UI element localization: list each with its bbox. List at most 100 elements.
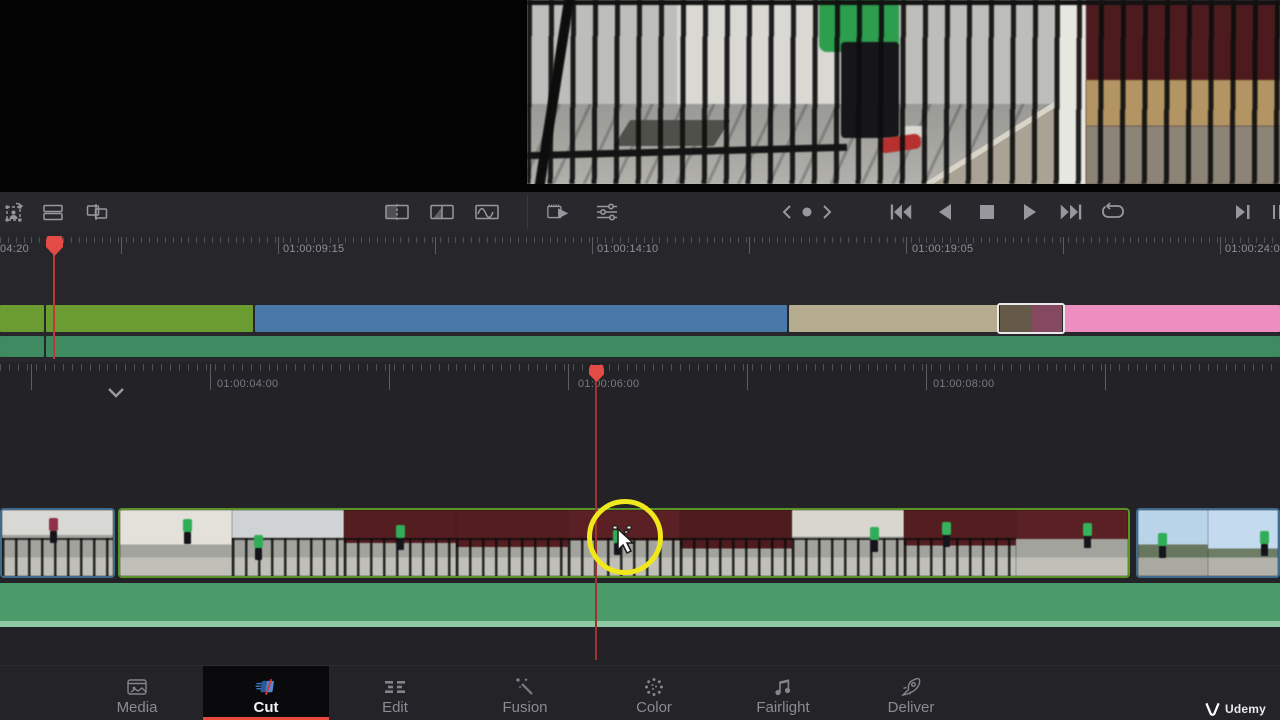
filmstrip-clip[interactable] (0, 508, 115, 578)
nav-tab-color[interactable]: Color (599, 666, 709, 720)
thumbnail-person (1158, 533, 1167, 546)
ruler-tick (1199, 364, 1200, 371)
ruler-tick (994, 364, 995, 371)
thumbnail-person-legs (1261, 544, 1268, 556)
ruler-tick (1146, 364, 1147, 371)
timecode-label: 01:00:08:00 (933, 378, 994, 390)
clipped-edge-icon[interactable] (1268, 199, 1280, 225)
ruler-tick (1002, 364, 1003, 371)
ruler-tick (940, 364, 941, 371)
ruler-tick (45, 364, 46, 371)
ruler-tick (895, 364, 896, 371)
overview-video-track[interactable] (0, 305, 1280, 332)
ruler-tick (985, 364, 986, 371)
timecode-label: 01:00:19:05 (912, 243, 973, 255)
overview-timeline[interactable]: 04:2001:00:09:1501:00:14:1001:00:19:0501… (0, 232, 1280, 362)
skip-end-icon[interactable] (1058, 199, 1084, 225)
ruler-tick (81, 364, 82, 371)
ruler-tick (1083, 364, 1084, 371)
dissolve-icon[interactable] (40, 199, 66, 225)
ruler-tick (1155, 364, 1156, 371)
skip-start-icon[interactable] (888, 199, 914, 225)
nav-tab-media[interactable]: Media (82, 666, 192, 720)
ruler-tick (1047, 364, 1048, 371)
toolbar-divider (527, 196, 528, 228)
nav-tab-cut[interactable]: Cut (203, 666, 329, 720)
ruler-tick (868, 364, 869, 371)
next-frame-icon[interactable] (814, 199, 840, 225)
thumbnail-person (183, 519, 192, 532)
transform-icon[interactable] (2, 199, 28, 225)
trim-icon[interactable] (384, 199, 410, 225)
nav-tab-fairlight[interactable]: Fairlight (728, 666, 838, 720)
timeline-clip[interactable] (255, 305, 787, 332)
ruler-tick (277, 364, 278, 371)
clip-thumbnail (2, 510, 113, 576)
chevron-down-icon[interactable] (103, 384, 129, 402)
timeline-clip[interactable] (0, 305, 44, 332)
filmstrip-clip[interactable] (1136, 508, 1280, 578)
detail-audio-track[interactable] (0, 583, 1280, 627)
play-reverse-icon[interactable] (932, 199, 958, 225)
detail-timeline[interactable]: 01:00:04:0001:00:06:0001:00:08:00 (0, 362, 1280, 665)
overview-audio-track[interactable] (0, 336, 1280, 357)
ruler-tick (367, 364, 368, 371)
viewer-video-frame[interactable] (527, 0, 1280, 184)
stop-icon[interactable] (974, 199, 1000, 225)
timeline-clip[interactable] (789, 305, 998, 332)
ruler-tick (707, 364, 708, 371)
play-icon[interactable] (1017, 199, 1043, 225)
viewer-area (0, 0, 1280, 192)
ruler-tick (492, 364, 493, 371)
timeline-clip[interactable] (1064, 305, 1280, 332)
ruler-tick (931, 364, 932, 371)
ruler-tick (519, 364, 520, 371)
toolbar (0, 192, 1280, 232)
nav-label: Fairlight (728, 699, 838, 716)
transition-icon[interactable] (429, 199, 455, 225)
tools-icon[interactable] (594, 199, 620, 225)
ruler-tick (152, 364, 153, 371)
smooth-cut-icon[interactable] (474, 199, 500, 225)
ruler-tick (636, 364, 637, 371)
ruler-tick (72, 364, 73, 371)
fusion-icon (512, 675, 538, 699)
ruler-tick (54, 364, 55, 371)
ruler-tick (644, 364, 645, 371)
ruler-tick (1164, 364, 1165, 371)
ruler-tick (1056, 364, 1057, 371)
ruler-tick (161, 364, 162, 371)
ruler-tick (752, 364, 753, 371)
video-scene-fence-bars (527, 0, 1280, 184)
timeline-clip[interactable] (0, 336, 44, 357)
timeline-clip[interactable] (46, 336, 1280, 357)
timeline-clip[interactable] (46, 305, 253, 332)
ruler-tick (215, 364, 216, 371)
edit-icon (382, 675, 408, 699)
video-scene-fence-rail (527, 0, 1280, 5)
nav-tab-deliver[interactable]: Deliver (856, 666, 966, 720)
thumbnail-person-legs (255, 548, 262, 560)
nav-tab-fusion[interactable]: Fusion (470, 666, 580, 720)
ruler-tick (143, 364, 144, 371)
ruler-tick (269, 364, 270, 371)
nav-label: Cut (203, 699, 329, 716)
udemy-watermark-text: Udemy (1225, 702, 1266, 716)
source-overwrite-icon[interactable] (546, 199, 572, 225)
ruler-tick (913, 364, 914, 371)
ruler-tick (304, 364, 305, 371)
ruler-tick (170, 364, 171, 371)
overview-timecode-labels: 04:2001:00:09:1501:00:14:1001:00:19:0501… (0, 243, 1280, 257)
thumbnail-person-legs (397, 538, 404, 550)
loop-icon[interactable] (1100, 199, 1126, 225)
page-nav: Media Cut Edit (0, 665, 1280, 720)
ruler-tick (627, 364, 628, 371)
ruler-tick (1208, 364, 1209, 371)
ruler-tick (295, 364, 296, 371)
ruler-tick (949, 364, 950, 371)
ruler-tick (107, 364, 108, 371)
next-edit-icon[interactable] (1230, 199, 1256, 225)
cut-icon (253, 675, 279, 699)
nav-tab-edit[interactable]: Edit (340, 666, 450, 720)
split-clip-icon[interactable] (84, 199, 110, 225)
